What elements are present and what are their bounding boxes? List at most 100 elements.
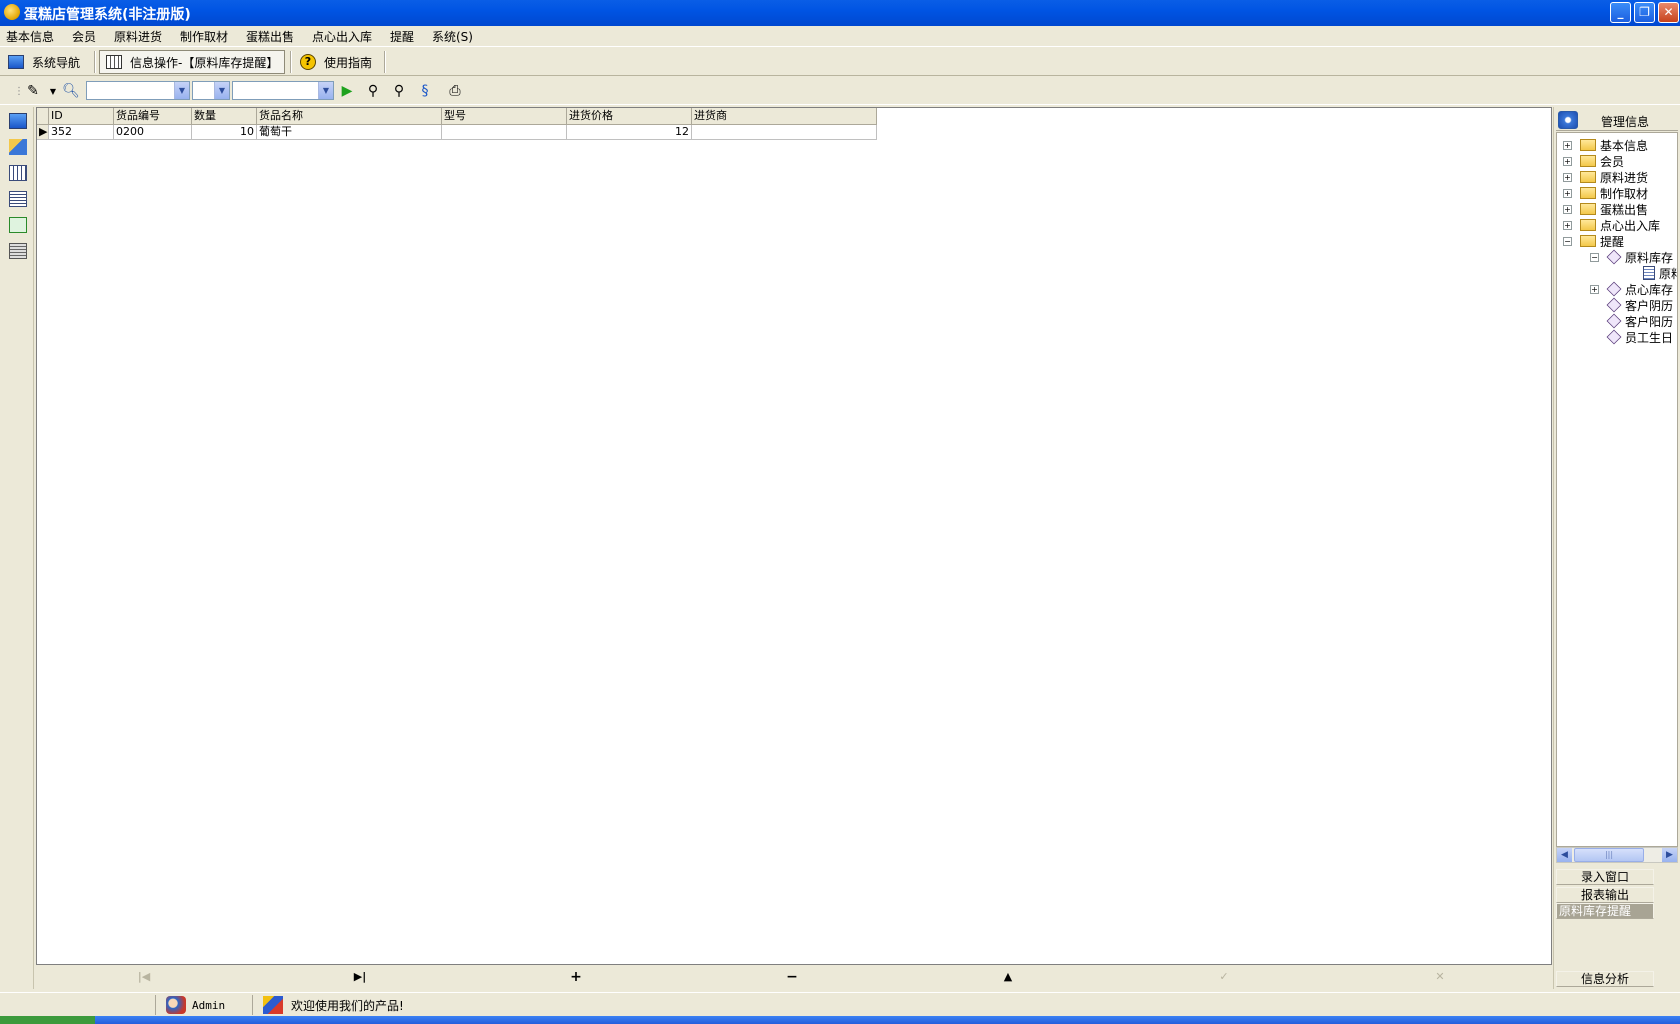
value-select[interactable]: ▼ bbox=[232, 81, 334, 100]
input-window-button[interactable]: 录入窗口 bbox=[1556, 869, 1654, 885]
field-select[interactable]: ▼ bbox=[86, 81, 190, 100]
cell-name[interactable]: 葡萄干 bbox=[257, 125, 442, 140]
column-header[interactable]: 货品编号 bbox=[114, 108, 192, 125]
collapse-icon[interactable] bbox=[1558, 111, 1578, 129]
expand-icon[interactable]: + bbox=[1563, 188, 1572, 198]
chevron-down-icon[interactable]: ▼ bbox=[318, 82, 333, 99]
cell-code[interactable]: 0200 bbox=[114, 125, 192, 140]
tree-node-production[interactable]: + 制作取材 bbox=[1563, 185, 1648, 201]
material-stock-reminder-item[interactable]: 原料库存提醒 bbox=[1556, 903, 1654, 919]
expand-icon[interactable]: + bbox=[1563, 172, 1572, 182]
expand-icon[interactable]: + bbox=[1563, 140, 1572, 150]
column-header[interactable]: 数量 bbox=[192, 108, 257, 125]
trash-icon[interactable] bbox=[9, 243, 27, 259]
collapse-icon[interactable]: − bbox=[1563, 236, 1572, 246]
menu-cake-sale[interactable]: 蛋糕出售 bbox=[246, 28, 294, 45]
tree-node-material-stock[interactable]: − 原料库存 bbox=[1590, 249, 1673, 265]
operator-select[interactable]: ▼ bbox=[192, 81, 230, 100]
tree-structure-icon[interactable] bbox=[9, 139, 27, 155]
monitor-icon bbox=[8, 55, 24, 69]
tree-node-staff-birthday[interactable]: 员工生日 bbox=[1606, 329, 1673, 345]
data-grid[interactable]: ID 货品编号 数量 货品名称 型号 进货价格 进货商 ▶ 352 0200 1… bbox=[36, 107, 1552, 965]
scroll-right-icon[interactable]: ▶ bbox=[1662, 848, 1677, 862]
tree-node-snack-stock-reminder[interactable]: + 点心库存 bbox=[1590, 281, 1673, 297]
menu-member[interactable]: 会员 bbox=[72, 28, 96, 45]
table-row[interactable]: ▶ 352 0200 10 葡萄干 12 bbox=[37, 125, 877, 140]
cell-supplier[interactable] bbox=[692, 125, 877, 140]
menu-basic-info[interactable]: 基本信息 bbox=[6, 28, 54, 45]
info-analysis-button[interactable]: 信息分析 bbox=[1556, 971, 1654, 987]
status-user-pane: Admin bbox=[155, 995, 251, 1015]
cell-price[interactable]: 12 bbox=[567, 125, 692, 140]
tree-label: 提醒 bbox=[1600, 234, 1625, 249]
pencil-icon[interactable]: ✎ bbox=[24, 82, 42, 100]
search-icon[interactable]: 🔍︎ bbox=[62, 82, 80, 100]
menu-material-purchase[interactable]: 原料进货 bbox=[114, 28, 162, 45]
monitor-icon[interactable] bbox=[9, 113, 27, 129]
tree-scrollbar[interactable]: ◀ ||| ▶ bbox=[1556, 847, 1678, 863]
first-record-button[interactable]: |◀ bbox=[134, 969, 154, 985]
menu-reminder[interactable]: 提醒 bbox=[390, 28, 414, 45]
document-icon[interactable] bbox=[9, 191, 27, 207]
column-header[interactable]: 货品名称 bbox=[257, 108, 442, 125]
column-header[interactable]: 进货价格 bbox=[567, 108, 692, 125]
guide-button[interactable]: ? 使用指南 bbox=[300, 50, 372, 74]
tree-label: 原料 bbox=[1659, 266, 1677, 281]
insert-record-button[interactable]: + bbox=[566, 969, 586, 985]
column-header[interactable]: ID bbox=[49, 108, 114, 125]
close-button[interactable]: ✕ bbox=[1658, 2, 1679, 23]
expand-icon[interactable]: + bbox=[1563, 204, 1572, 214]
scroll-left-icon[interactable]: ◀ bbox=[1557, 848, 1572, 862]
menu-snack-stock[interactable]: 点心出入库 bbox=[312, 28, 372, 45]
dropdown-arrow-icon[interactable]: ▼ bbox=[44, 82, 62, 100]
post-record-button[interactable]: ✓ bbox=[1214, 969, 1234, 985]
nav-tree[interactable]: + 基本信息 + 会员 + 原料进货 + 制作取材 + 蛋糕出售 + 点心出入库 − 提醒 −… bbox=[1556, 132, 1678, 847]
start-button[interactable] bbox=[0, 1016, 95, 1024]
tree-node-customer-lunar[interactable]: 客户阴历 bbox=[1606, 297, 1673, 313]
expand-icon[interactable]: + bbox=[1563, 220, 1572, 230]
edit-record-button[interactable]: ▲ bbox=[998, 969, 1018, 985]
chart-icon[interactable] bbox=[9, 217, 27, 233]
find-icon[interactable]: ⚲ bbox=[364, 82, 382, 100]
filter-icon[interactable]: ⚲ bbox=[390, 82, 408, 100]
expand-icon[interactable]: + bbox=[1563, 156, 1572, 166]
title-bar: 蛋糕店管理系统(非注册版) _ ❐ ✕ bbox=[0, 0, 1680, 26]
cell-id[interactable]: 352 bbox=[49, 125, 114, 140]
chevron-down-icon[interactable]: ▼ bbox=[174, 82, 189, 99]
tree-node-material-doc[interactable]: 原料 bbox=[1643, 265, 1677, 281]
separator bbox=[290, 51, 292, 73]
status-message: 欢迎使用我们的产品! bbox=[291, 998, 404, 1013]
cancel-record-button[interactable]: ✕ bbox=[1430, 969, 1450, 985]
expand-icon[interactable]: + bbox=[1590, 284, 1599, 294]
system-nav-button[interactable]: 系统导航 bbox=[8, 50, 80, 74]
run-icon[interactable]: ▶ bbox=[338, 82, 356, 100]
tree-node-cake-sale[interactable]: + 蛋糕出售 bbox=[1563, 201, 1648, 217]
table-icon[interactable] bbox=[9, 165, 27, 181]
tree-node-basic-info[interactable]: + 基本信息 bbox=[1563, 137, 1648, 153]
user-avatar-icon bbox=[166, 996, 186, 1014]
print-icon[interactable]: ⎙ bbox=[446, 82, 464, 100]
tree-node-reminder[interactable]: − 提醒 bbox=[1563, 233, 1624, 249]
tree-node-member[interactable]: + 会员 bbox=[1563, 153, 1624, 169]
last-record-button[interactable]: ▶| bbox=[350, 969, 370, 985]
cell-quantity[interactable]: 10 bbox=[192, 125, 257, 140]
management-panel: 管理信息 + 基本信息 + 会员 + 原料进货 + 制作取材 + 蛋糕出售 + 点心出入库 … bbox=[1553, 107, 1680, 989]
restore-button[interactable]: ❐ bbox=[1634, 2, 1655, 23]
delete-record-button[interactable]: − bbox=[782, 969, 802, 985]
info-op-tab[interactable]: 信息操作-【原料库存提醒】 bbox=[99, 50, 286, 74]
column-header[interactable]: 型号 bbox=[442, 108, 567, 125]
minimize-button[interactable]: _ bbox=[1610, 2, 1631, 23]
tree-node-material-purchase[interactable]: + 原料进货 bbox=[1563, 169, 1648, 185]
chevron-down-icon[interactable]: ▼ bbox=[214, 82, 229, 99]
menu-system[interactable]: 系统(S) bbox=[432, 28, 473, 45]
tree-label: 制作取材 bbox=[1600, 186, 1649, 201]
menu-production[interactable]: 制作取材 bbox=[180, 28, 228, 45]
refresh-icon[interactable]: § bbox=[416, 82, 434, 100]
scroll-thumb[interactable]: ||| bbox=[1574, 848, 1644, 862]
collapse-icon[interactable]: − bbox=[1590, 252, 1599, 262]
tree-node-snack-stock[interactable]: + 点心出入库 bbox=[1563, 217, 1660, 233]
tree-node-customer-solar[interactable]: 客户阳历 bbox=[1606, 313, 1673, 329]
report-output-button[interactable]: 报表输出 bbox=[1556, 887, 1654, 903]
cell-model[interactable] bbox=[442, 125, 567, 140]
column-header[interactable]: 进货商 bbox=[692, 108, 877, 125]
